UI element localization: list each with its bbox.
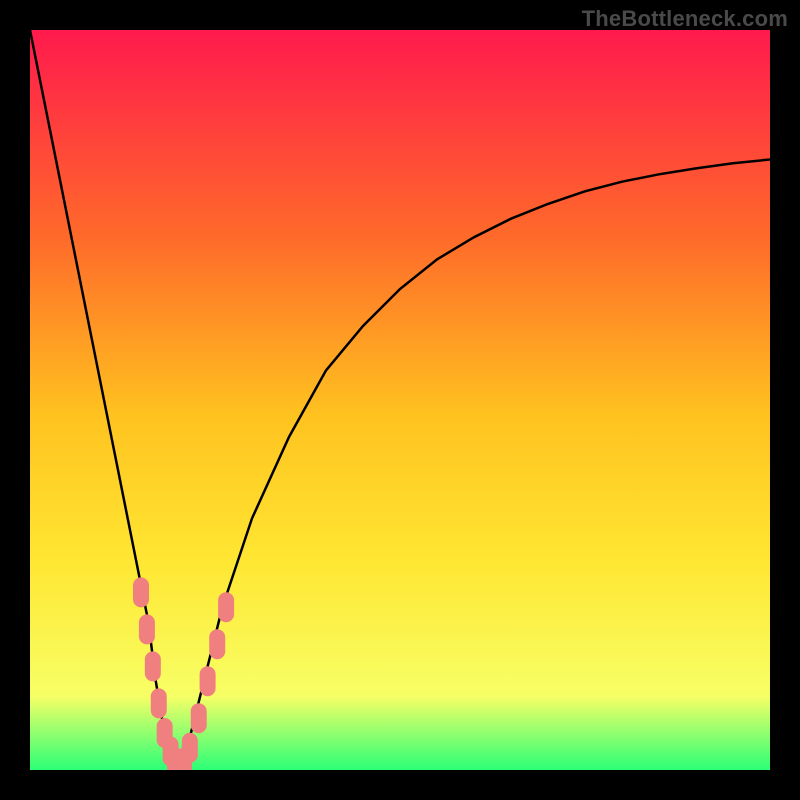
plot-area bbox=[30, 30, 770, 770]
watermark-text: TheBottleneck.com bbox=[582, 6, 788, 32]
curve-marker bbox=[151, 688, 167, 718]
curve-marker bbox=[200, 666, 216, 696]
curve-marker bbox=[209, 629, 225, 659]
chart-frame: TheBottleneck.com bbox=[0, 0, 800, 800]
curve-marker bbox=[191, 703, 207, 733]
gradient-background bbox=[30, 30, 770, 770]
curve-marker bbox=[133, 577, 149, 607]
curve-marker bbox=[218, 592, 234, 622]
curve-marker bbox=[145, 651, 161, 681]
curve-marker bbox=[139, 614, 155, 644]
plot-svg bbox=[30, 30, 770, 770]
curve-marker bbox=[182, 733, 198, 763]
